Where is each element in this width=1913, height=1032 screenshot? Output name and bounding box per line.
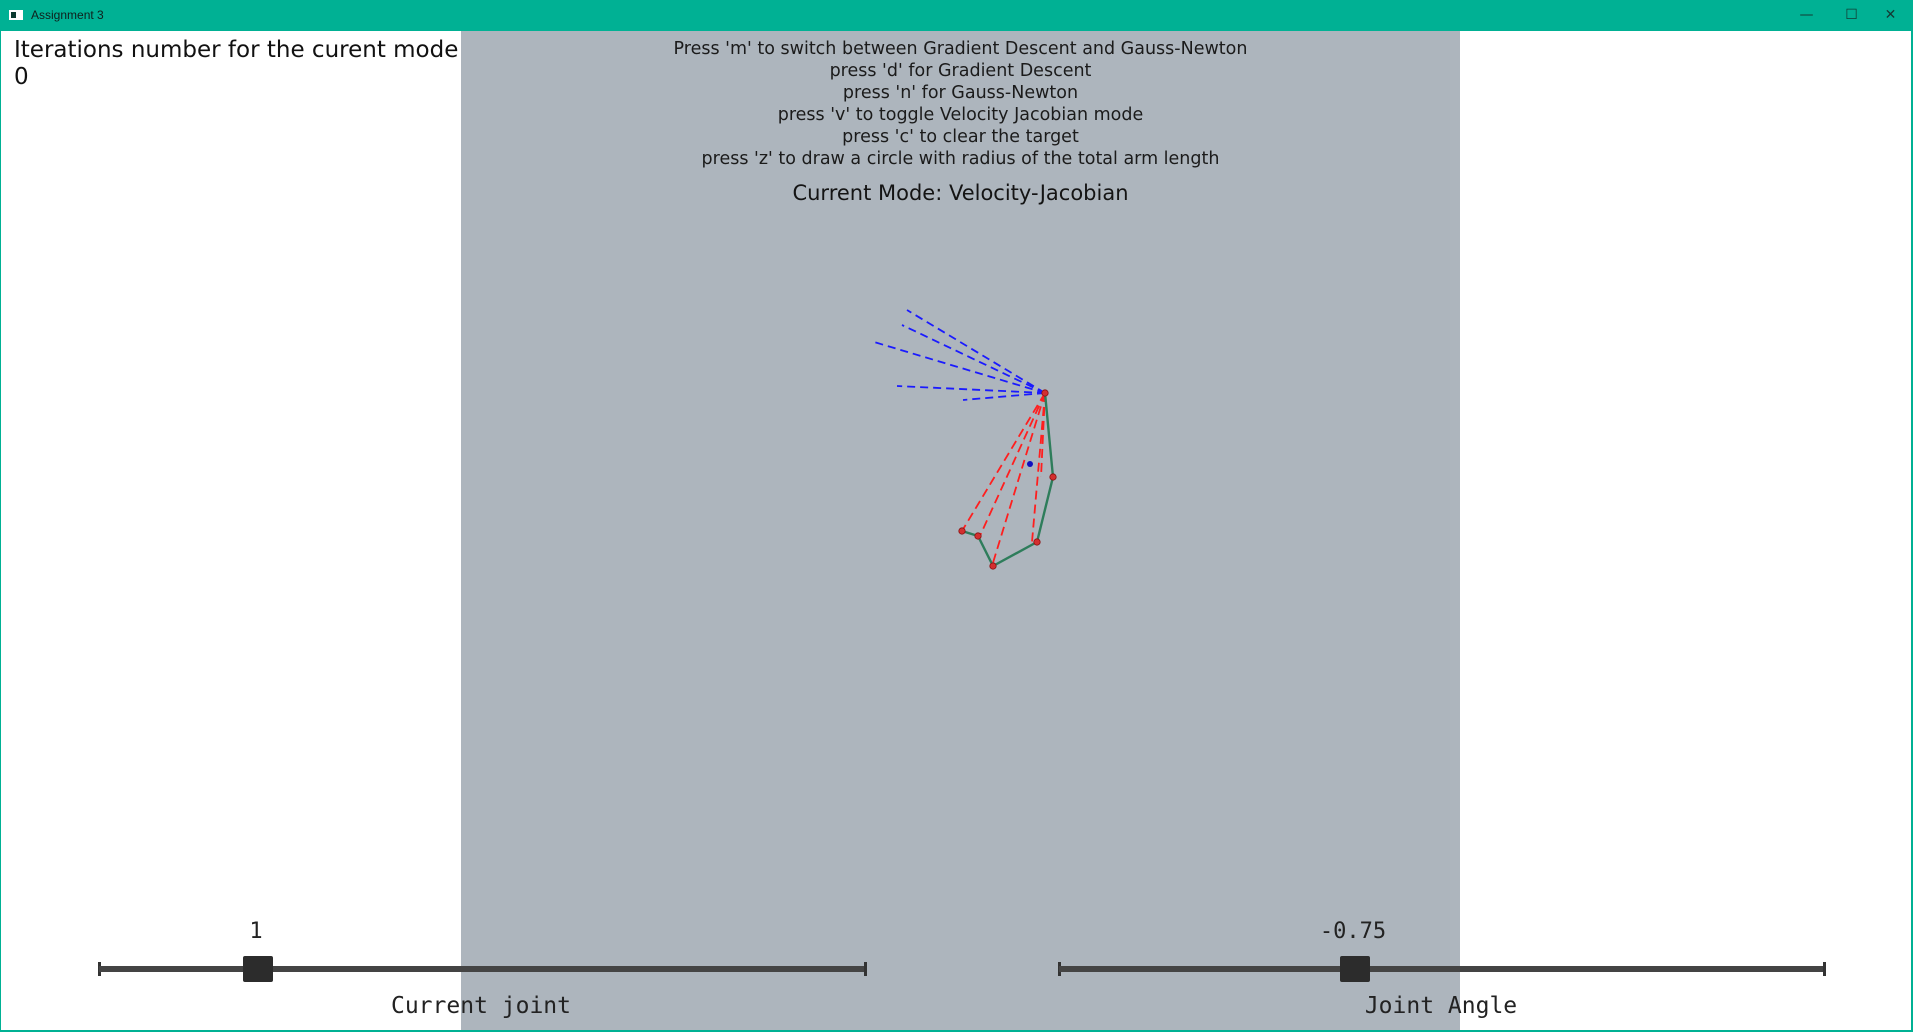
joint-dot [1041, 389, 1049, 397]
joint-angle-slider-thumb[interactable] [1339, 956, 1370, 982]
joint-dot [1049, 473, 1057, 481]
joint-angle-slider-track[interactable] [1059, 966, 1825, 972]
app-icon [9, 10, 23, 20]
current-joint-value: 1 [249, 919, 263, 944]
joint-angle-caption: Joint Angle [1364, 993, 1518, 1019]
joint-angle-slider-end [1823, 962, 1826, 976]
joint-dot [1033, 538, 1041, 546]
title-bar: Assignment 3 — ☐ ✕ [0, 0, 1913, 31]
arm-joints [958, 389, 1057, 570]
close-button[interactable]: ✕ [1868, 0, 1913, 31]
app-client-area: Iterations number for the curent mode: 0… [1, 31, 1911, 1030]
jacobian-lines [961, 392, 1046, 567]
jacobian-line [978, 392, 1046, 539]
jacobian-velocity-line [962, 392, 1046, 401]
current-joint-slider-end [864, 962, 867, 976]
robot-arm-drawing [873, 309, 1057, 570]
joint-angle-value: -0.75 [1319, 919, 1387, 944]
joint-dot [989, 562, 997, 570]
current-joint-caption: Current joint [390, 993, 571, 1019]
jacobian-velocity-line [896, 385, 1046, 394]
jacobian-velocity-line [906, 309, 1046, 394]
simulation-canvas[interactable]: Press 'm' to switch between Gradient Des… [461, 31, 1460, 1030]
minimize-button[interactable]: — [1784, 0, 1829, 31]
iterations-label: Iterations number for the curent mode: [14, 37, 467, 63]
joint-dot [958, 527, 966, 535]
window-title: Assignment 3 [31, 8, 104, 22]
current-joint-slider-track[interactable] [99, 966, 866, 972]
target-point [1027, 461, 1033, 467]
iterations-value: 0 [14, 64, 29, 90]
jacobian-line [961, 392, 1046, 532]
jacobian-velocity-line [901, 324, 1046, 394]
velocity-jacobian-lines [873, 309, 1046, 401]
joint-dot [974, 532, 982, 540]
current-joint-slider-thumb[interactable] [242, 956, 273, 982]
